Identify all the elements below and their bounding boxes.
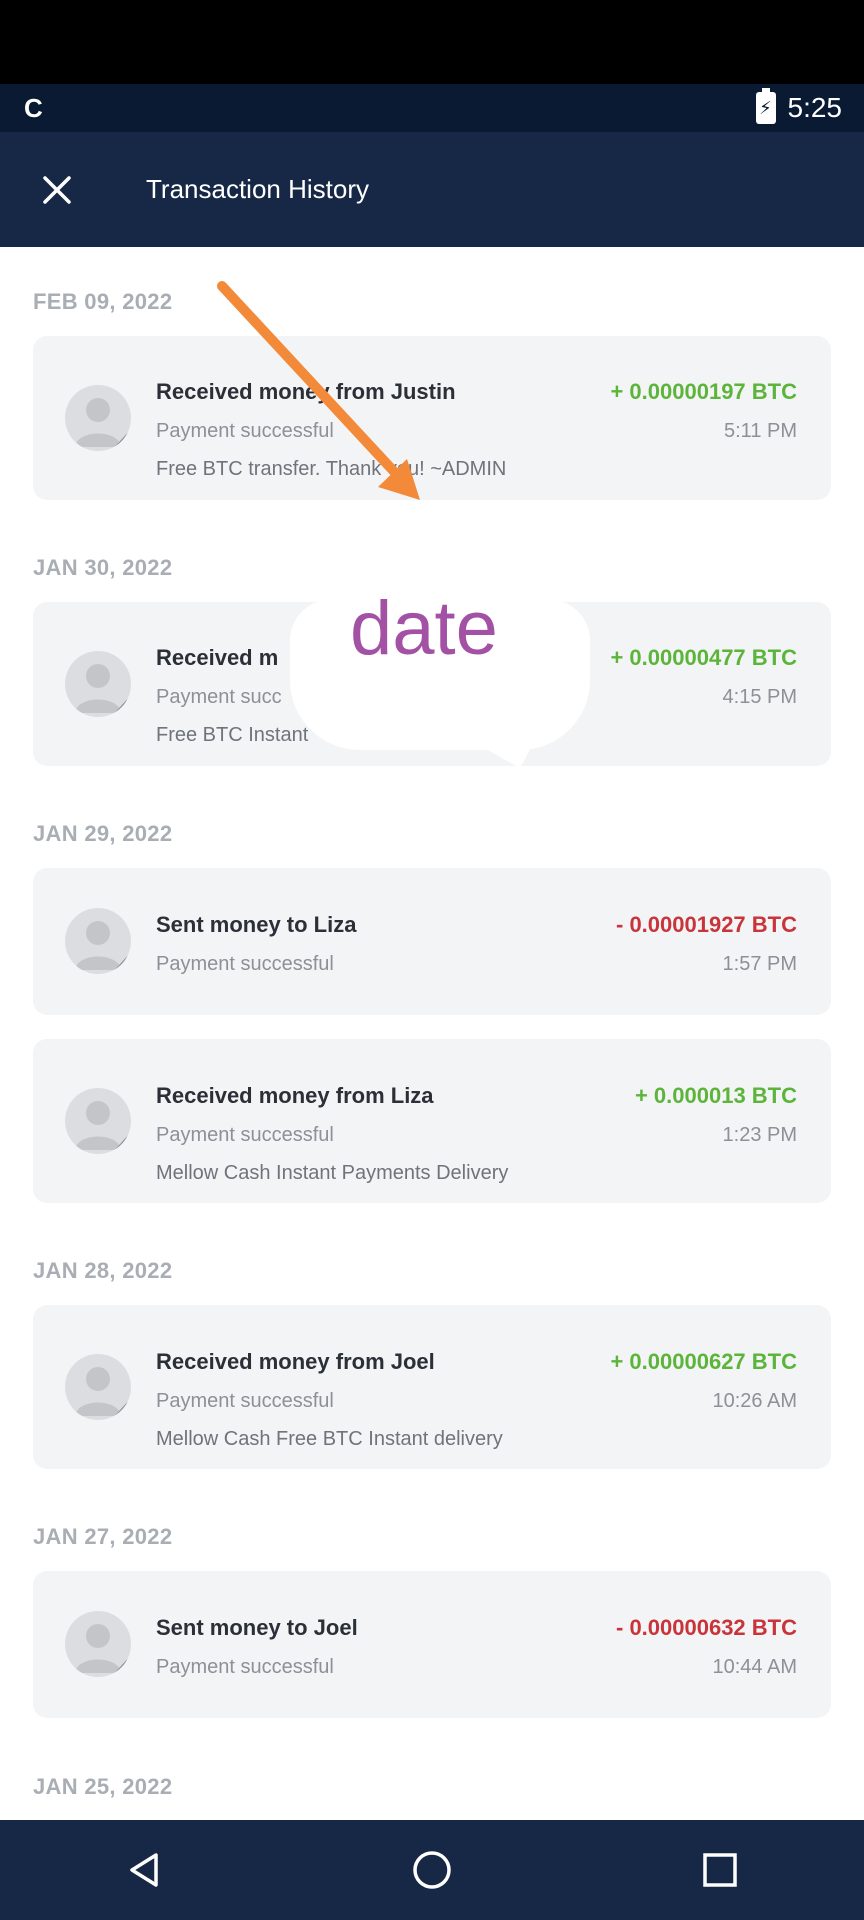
date-header: JAN 30, 2022: [33, 555, 173, 580]
transaction-time: 10:44 AM: [712, 1656, 797, 1678]
page-title: Transaction History: [146, 174, 369, 204]
transaction-note: Free BTC transfer. Thank you! ~ADMIN: [156, 458, 507, 480]
transaction-amount: - 0.00001927 BTC: [616, 912, 797, 937]
transaction-title: Sent money to Liza: [156, 912, 357, 937]
transaction-status: Payment succ: [156, 686, 282, 708]
annotation-label: date: [350, 586, 498, 671]
transaction-note: Mellow Cash Free BTC Instant delivery: [156, 1428, 503, 1450]
close-button[interactable]: [25, 158, 89, 222]
transaction-title: Received money from Liza: [156, 1083, 434, 1108]
transaction-amount: + 0.00000197 BTC: [610, 379, 797, 404]
status-time: 5:25: [787, 92, 843, 123]
camera-cutout-area: [0, 0, 864, 84]
transaction-amount: + 0.00000477 BTC: [610, 645, 797, 670]
home-circle-icon: [413, 1851, 451, 1889]
status-bar: C ⚡ 5:25: [0, 84, 864, 132]
nav-recents-button[interactable]: [685, 1835, 755, 1905]
system-nav-bar: [0, 1820, 864, 1920]
status-notification-icon: C: [24, 92, 43, 123]
person-avatar-icon: [65, 385, 131, 451]
nav-home-button[interactable]: [397, 1835, 467, 1905]
date-header: JAN 29, 2022: [33, 821, 173, 846]
transaction-card[interactable]: Received money from Liza + 0.000013 BTC …: [33, 1039, 831, 1203]
person-avatar-icon: [65, 908, 131, 974]
transaction-time: 1:57 PM: [722, 953, 797, 975]
transaction-time: 5:11 PM: [724, 420, 797, 442]
nav-back-button[interactable]: [109, 1835, 179, 1905]
transaction-status: Payment successful: [156, 1656, 334, 1678]
transaction-title: Received money from Justin: [156, 379, 456, 404]
transaction-status: Payment successful: [156, 420, 334, 442]
transaction-card[interactable]: Sent money to Joel - 0.00000632 BTC Paym…: [33, 1571, 831, 1718]
date-header: JAN 25, 2022: [33, 1774, 173, 1799]
transaction-card[interactable]: Received money from Justin + 0.00000197 …: [33, 336, 831, 500]
transaction-amount: + 0.00000627 BTC: [610, 1349, 797, 1374]
transaction-status: Payment successful: [156, 1124, 334, 1146]
transaction-amount: - 0.00000632 BTC: [616, 1615, 797, 1640]
recents-square-icon: [703, 1853, 737, 1887]
transaction-title: Sent money to Joel: [156, 1615, 358, 1640]
close-icon: [43, 175, 71, 204]
person-avatar-icon: [65, 1354, 131, 1420]
battery-charging-icon: ⚡: [755, 88, 776, 124]
date-header: JAN 27, 2022: [33, 1524, 173, 1549]
status-right: ⚡ 5:25: [755, 88, 843, 124]
transaction-title: Received money from Joel: [156, 1349, 435, 1374]
transaction-time: 1:23 PM: [722, 1124, 797, 1146]
app-bar: Transaction History: [0, 132, 864, 247]
person-avatar-icon: [65, 651, 131, 717]
date-header: JAN 28, 2022: [33, 1258, 173, 1283]
transaction-note: Mellow Cash Instant Payments Delivery: [156, 1162, 509, 1184]
transaction-card[interactable]: Received money from Joel + 0.00000627 BT…: [33, 1305, 831, 1469]
transaction-note: Free BTC Instant: [156, 724, 309, 746]
transaction-status: Payment successful: [156, 953, 334, 975]
transaction-time: 10:26 AM: [712, 1390, 797, 1412]
transaction-title: Received m: [156, 645, 279, 670]
transaction-amount: + 0.000013 BTC: [634, 1083, 797, 1108]
person-avatar-icon: [65, 1088, 131, 1154]
person-avatar-icon: [65, 1611, 131, 1677]
back-triangle-icon: [130, 1853, 158, 1887]
transaction-time: 4:15 PM: [722, 686, 797, 708]
transaction-status: Payment successful: [156, 1390, 334, 1412]
date-header: FEB 09, 2022: [33, 289, 173, 314]
transaction-card[interactable]: Sent money to Liza - 0.00001927 BTC Paym…: [33, 868, 831, 1015]
transaction-list[interactable]: FEB 09, 2022 Received money from Justin …: [0, 247, 864, 1820]
